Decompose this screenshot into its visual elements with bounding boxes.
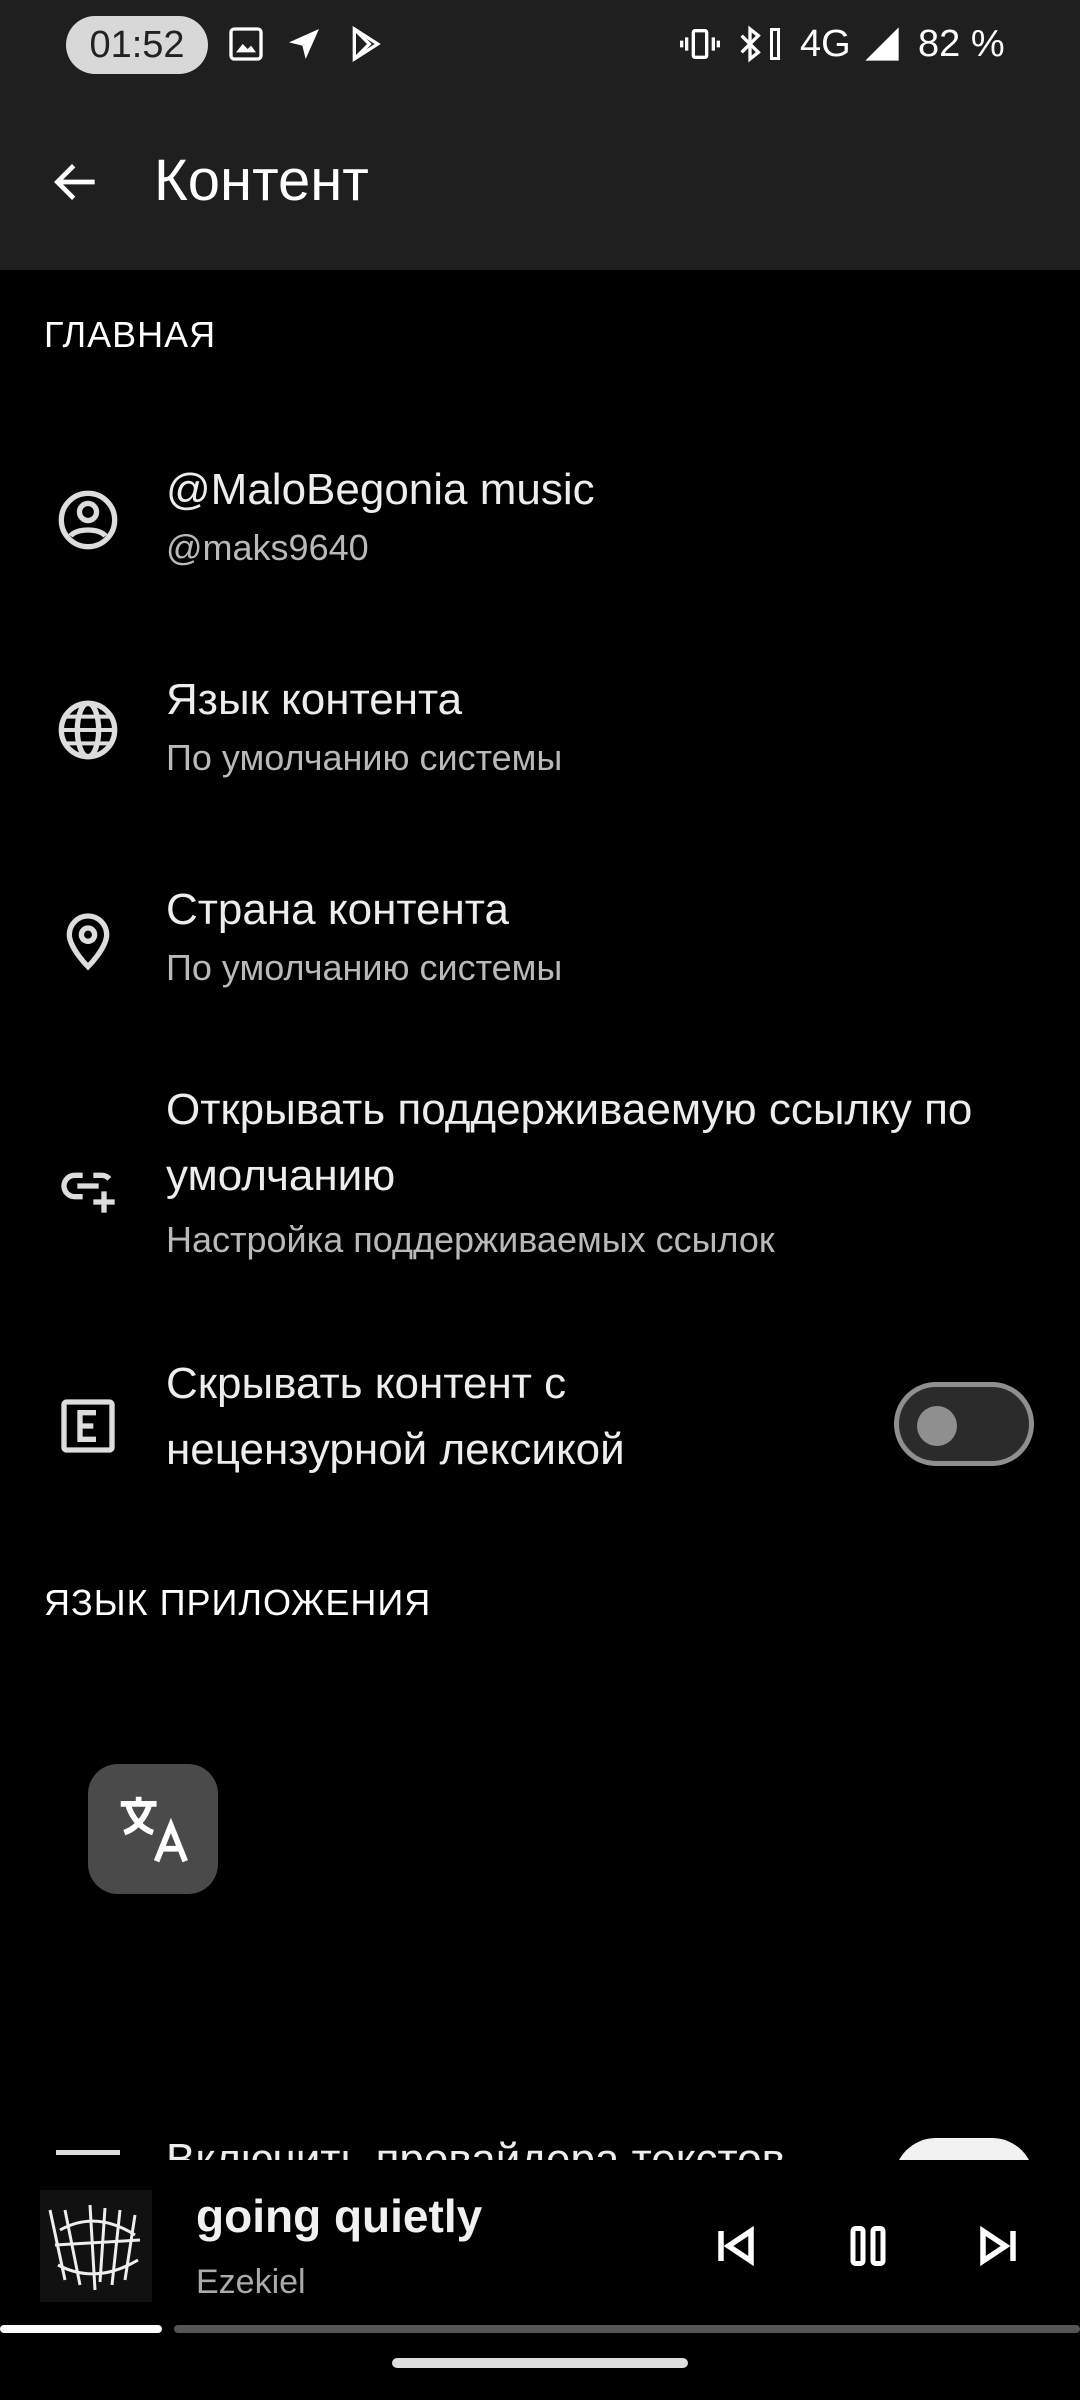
signal-icon	[865, 27, 899, 61]
account-circle-icon	[58, 490, 118, 550]
supported-links-title-line1: Открывать поддерживаемую ссылку по	[166, 1085, 973, 1134]
back-arrow-icon[interactable]	[48, 154, 104, 210]
navigation-icon	[289, 29, 319, 59]
location-icon	[66, 913, 110, 971]
translate-icon	[120, 1796, 188, 1863]
skip-previous-icon[interactable]	[706, 2216, 766, 2276]
globe-icon	[58, 700, 118, 760]
explicit-icon	[61, 1399, 115, 1453]
app-language-button[interactable]	[88, 1764, 218, 1894]
section-header-app-language: ЯЗЫК ПРИЛОЖЕНИЯ	[44, 1582, 432, 1623]
home-indicator[interactable]	[392, 2358, 688, 2368]
status-time: 01:52	[66, 16, 208, 74]
song-artist: Ezekiel	[196, 2263, 306, 2301]
page-title: Контент	[154, 148, 369, 213]
skip-next-icon[interactable]	[968, 2216, 1028, 2276]
lyrics-provider-title: Включить провайдера текстов	[166, 2135, 785, 2160]
account-handle: @maks9640	[166, 527, 369, 568]
album-art-logo-icon	[48, 2204, 141, 2291]
lyrics-provider-toggle[interactable]	[894, 2138, 1034, 2160]
hide-explicit-toggle[interactable]	[894, 1382, 1034, 1466]
content-country-value: По умолчанию системы	[166, 947, 563, 988]
battery-small-icon	[770, 28, 780, 60]
hide-explicit-row[interactable]: Скрывать контент с нецензурной лексикой	[0, 1352, 1080, 1502]
battery-percent: 82 %	[918, 23, 1005, 65]
lyrics-icon	[56, 2150, 120, 2160]
account-name: @MaloBegonia music	[166, 465, 595, 514]
app-bar: Контент	[0, 88, 1080, 270]
content-language-row[interactable]: Язык контента По умолчанию системы	[0, 656, 1080, 806]
vibrate-icon	[680, 29, 720, 59]
status-bar: 01:52 4G 82 %	[0, 0, 1080, 88]
content-country-row[interactable]: Страна контента По умолчанию системы	[0, 866, 1080, 1016]
content-language-value: По умолчанию системы	[166, 737, 563, 778]
mini-player[interactable]: going quietly Ezekiel	[0, 2160, 1080, 2324]
bluetooth-icon	[740, 25, 761, 63]
content-country-title: Страна контента	[166, 885, 509, 934]
album-art[interactable]	[40, 2190, 152, 2302]
content-language-title: Язык контента	[166, 675, 463, 724]
song-title: going quietly	[196, 2190, 483, 2242]
pause-icon[interactable]	[838, 2216, 898, 2276]
playback-progress-fill	[0, 2325, 162, 2333]
lyrics-provider-row[interactable]: Включить провайдера текстов	[0, 2120, 1080, 2160]
supported-links-row[interactable]: Открывать поддерживаемую ссылку по умолч…	[0, 1076, 1080, 1276]
playback-progress-track[interactable]	[174, 2325, 1080, 2333]
supported-links-title-line2: умолчанию	[166, 1151, 396, 1200]
section-header-main: ГЛАВНАЯ	[44, 314, 217, 355]
account-row[interactable]: @MaloBegonia music @maks9640	[0, 446, 1080, 596]
gallery-icon	[229, 27, 263, 61]
add-link-icon	[61, 1172, 115, 1213]
network-type: 4G	[800, 23, 851, 65]
supported-links-subtitle: Настройка поддерживаемых ссылок	[166, 1219, 775, 1260]
toggle-knob	[917, 1406, 957, 1446]
play-store-icon	[352, 25, 381, 63]
